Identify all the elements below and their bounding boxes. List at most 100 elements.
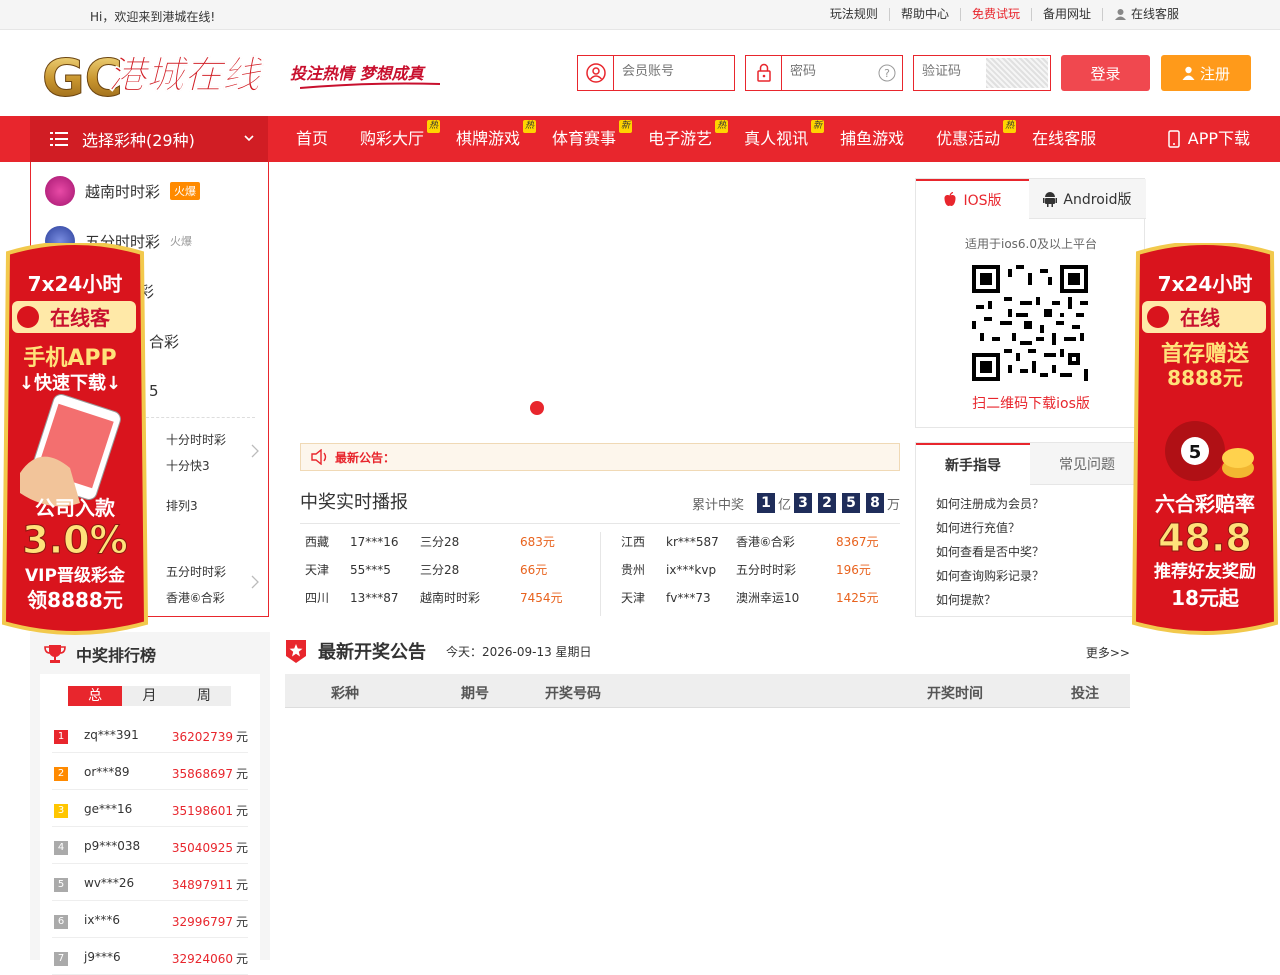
person-icon	[1182, 66, 1195, 80]
tab-faq[interactable]: 常见问题	[1030, 443, 1144, 485]
new-tag: 新	[619, 120, 633, 133]
lottery-item[interactable]: 合彩	[149, 324, 179, 358]
table-row: 西藏 17***16 三分28 683元	[305, 535, 555, 549]
svg-text:在线客: 在线客	[50, 306, 111, 330]
top-links: 玩法规则 帮助中心 免费试玩 备用网址 在线客服	[819, 8, 1190, 21]
trophy-icon	[44, 645, 66, 663]
hot-badge: 火爆	[170, 235, 193, 248]
sub-lottery-link[interactable]: 香港⑥合彩	[166, 589, 225, 606]
right-float-art: 7x24小时 在线 首存赠送 8888元 5 六合彩赔率 48.8 推荐好友奖励…	[1131, 241, 1279, 635]
qr-code	[972, 265, 1088, 381]
hot-tag: 热	[427, 120, 441, 133]
hot-badge: 火爆	[170, 182, 201, 200]
banner-carousel[interactable]	[270, 162, 910, 432]
guide-link[interactable]: 如何提款？	[936, 591, 996, 608]
lottery-item[interactable]: 5	[149, 374, 159, 408]
apple-icon	[944, 192, 957, 206]
lottery-item[interactable]: 越南时时彩 火爆	[45, 174, 201, 208]
nav-home[interactable]: 首页	[280, 116, 344, 162]
scan-download-link[interactable]: 扫二维码下载ios版	[916, 393, 1146, 413]
app-download-link[interactable]: APP下载	[1168, 116, 1250, 162]
nav-lottery-hall[interactable]: 购彩大厅热	[344, 116, 441, 162]
guide-link[interactable]: 如何查询购彩记录？	[936, 567, 1044, 584]
guide-link[interactable]: 如何查看是否中奖？	[936, 543, 1044, 560]
sub-lottery-link[interactable]: 十分快3	[166, 457, 210, 474]
chevron-right-icon[interactable]	[251, 575, 259, 589]
nav-promotions[interactable]: 优惠活动热	[920, 116, 1017, 162]
tab-ios[interactable]: IOS版	[916, 179, 1029, 219]
help-icon[interactable]: ?	[878, 64, 896, 82]
tab-beginner-guide[interactable]: 新手指导	[916, 443, 1030, 485]
more-link[interactable]: 更多>>	[1086, 644, 1130, 661]
svg-text:VIP晋级彩金: VIP晋级彩金	[25, 565, 126, 586]
tab-week[interactable]: 周	[177, 686, 231, 706]
link-free-trial[interactable]: 免费试玩	[959, 8, 1031, 21]
carousel-dot[interactable]	[530, 401, 544, 415]
site-logo[interactable]: GC 港城在线	[42, 44, 282, 110]
link-online-service[interactable]: 在线客服	[1101, 8, 1190, 21]
account-field[interactable]	[577, 55, 735, 91]
svg-text:公司入款: 公司入款	[35, 496, 116, 520]
chevron-down-icon	[244, 135, 254, 142]
col-time: 开奖时间	[927, 686, 983, 702]
nav-chess-games[interactable]: 棋牌游戏热	[440, 116, 537, 162]
ranking-tabs: 总 月 周	[68, 686, 231, 706]
live-winners-header: 中奖实时播报 累计中奖 1亿 3 2 5 8万	[300, 488, 900, 514]
ranking-row: 2 or***89 35868697 元	[52, 753, 248, 790]
nav-live-casino[interactable]: 真人视讯新	[728, 116, 825, 162]
nav-slots[interactable]: 电子游艺热	[632, 116, 729, 162]
tab-android[interactable]: Android版	[1029, 179, 1146, 219]
link-help[interactable]: 帮助中心	[888, 8, 960, 21]
lock-icon	[746, 56, 782, 90]
svg-text:48.8: 48.8	[1158, 516, 1252, 560]
phone-icon	[1168, 130, 1180, 148]
sub-lottery-link[interactable]: 排列3	[166, 497, 198, 514]
captcha-input[interactable]	[922, 64, 982, 79]
nav-sports[interactable]: 体育赛事新	[536, 116, 633, 162]
app-download-panel: IOS版 Android版 适用于ios6.0及以上平台 扫二维码下载ios版	[915, 178, 1146, 428]
guide-link[interactable]: 如何注册成为会员？	[936, 495, 1044, 512]
category-selector[interactable]: 选择彩种(29种)	[30, 116, 268, 162]
guide-link[interactable]: 如何进行充值？	[936, 519, 1020, 536]
left-float-ad[interactable]: 7x24小时 在线客 手机APP ↓快速下载↓ 公司入款 3.0% VIP晋级彩…	[0, 241, 150, 638]
nav-online-service[interactable]: 在线客服	[1016, 116, 1112, 162]
col-bet: 投注	[1071, 686, 1099, 702]
svg-text:港城在线: 港城在线	[108, 53, 264, 97]
login-button[interactable]: 登录	[1061, 55, 1150, 91]
left-float-art: 7x24小时 在线客 手机APP ↓快速下载↓ 公司入款 3.0% VIP晋级彩…	[1, 241, 149, 635]
tab-month[interactable]: 月	[122, 686, 176, 706]
star-badge-icon	[286, 640, 306, 663]
list-icon	[50, 132, 68, 146]
nav-items: 首页 购彩大厅热 棋牌游戏热 体育赛事新 电子游艺热 真人视讯新 捕鱼游戏 优惠…	[280, 116, 1112, 162]
draws-table-header: 彩种 期号 开奖号码 开奖时间 投注	[285, 674, 1130, 708]
user-service-icon	[1114, 9, 1126, 20]
svg-text:3.0%: 3.0%	[22, 518, 127, 562]
right-float-ad[interactable]: 7x24小时 在线 首存赠送 8888元 5 六合彩赔率 48.8 推荐好友奖励…	[1130, 241, 1280, 638]
chevron-right-icon[interactable]	[251, 444, 259, 458]
sub-lottery-link[interactable]: 十分时时彩	[166, 431, 226, 448]
guide-panel: 新手指导 常见问题 如何注册成为会员？ 如何进行充值？ 如何查看是否中奖？ 如何…	[915, 442, 1145, 617]
svg-text:8888元: 8888元	[1167, 366, 1243, 390]
link-backup-url[interactable]: 备用网址	[1030, 8, 1102, 21]
sub-lottery-link[interactable]: 五分时时彩	[166, 563, 226, 580]
account-input[interactable]	[622, 64, 722, 79]
ranking-row: 4 p9***038 35040925 元	[52, 827, 248, 864]
live-winners-table: 西藏 17***16 三分28 683元 天津 55***5 三分28 66元 四川 13**…	[300, 523, 900, 623]
hot-tag: 热	[715, 120, 729, 133]
password-input[interactable]	[790, 64, 870, 79]
password-field[interactable]: ?	[745, 55, 903, 91]
tab-total[interactable]: 总	[68, 686, 123, 706]
link-rules[interactable]: 玩法规则	[819, 8, 889, 21]
ranking-row: 5 wv***26 34897911 元	[52, 864, 248, 901]
draws-title: 最新开奖公告	[318, 642, 426, 663]
table-row: 天津 55***5 三分28 66元	[305, 563, 548, 577]
svg-text:↓快速下载↓: ↓快速下载↓	[19, 372, 121, 394]
ios-hint: 适用于ios6.0及以上平台	[964, 237, 1097, 251]
register-button[interactable]: 注册	[1161, 55, 1251, 91]
ranking-row: 6 ix***6 32996797 元	[52, 901, 248, 938]
table-row: 天津 fv***73 澳洲幸运10 1425元	[621, 591, 879, 605]
captcha-image[interactable]	[986, 58, 1048, 88]
slogan: 投注热情 梦想成真	[290, 64, 424, 83]
captcha-field[interactable]	[913, 55, 1051, 91]
nav-fishing[interactable]: 捕鱼游戏	[824, 116, 920, 162]
